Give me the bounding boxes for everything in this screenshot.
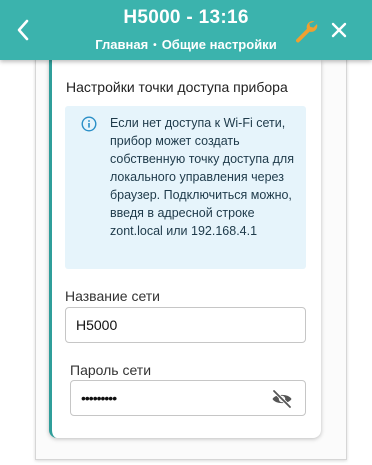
network-password-input[interactable]: ••••••••• <box>70 380 306 416</box>
network-name-label: Название сети <box>65 288 161 304</box>
settings-button[interactable] <box>293 18 319 44</box>
app-header: H5000 - 13:16 Главная • Общие настройки <box>0 0 372 60</box>
card-title: Настройки точки доступа прибора <box>66 79 288 95</box>
breadcrumb-current: Общие настройки <box>161 37 277 52</box>
network-password-label: Пароль сети <box>70 362 152 378</box>
network-name-value: H5000 <box>76 317 118 333</box>
access-point-card: Настройки точки доступа прибора Если нет… <box>49 60 321 438</box>
breadcrumb-home[interactable]: Главная <box>95 37 148 52</box>
network-name-input[interactable]: H5000 <box>65 307 306 343</box>
close-button[interactable] <box>329 20 349 40</box>
info-icon <box>81 116 97 132</box>
network-password-value: ••••••••• <box>81 390 117 406</box>
close-icon <box>331 22 347 38</box>
breadcrumb-separator: • <box>153 40 157 51</box>
info-text: Если нет доступа к Wi-Fi сети, прибор мо… <box>110 116 294 238</box>
wrench-icon <box>296 21 318 43</box>
eye-off-icon[interactable] <box>271 388 293 410</box>
info-box: Если нет доступа к Wi-Fi сети, прибор мо… <box>65 106 306 269</box>
